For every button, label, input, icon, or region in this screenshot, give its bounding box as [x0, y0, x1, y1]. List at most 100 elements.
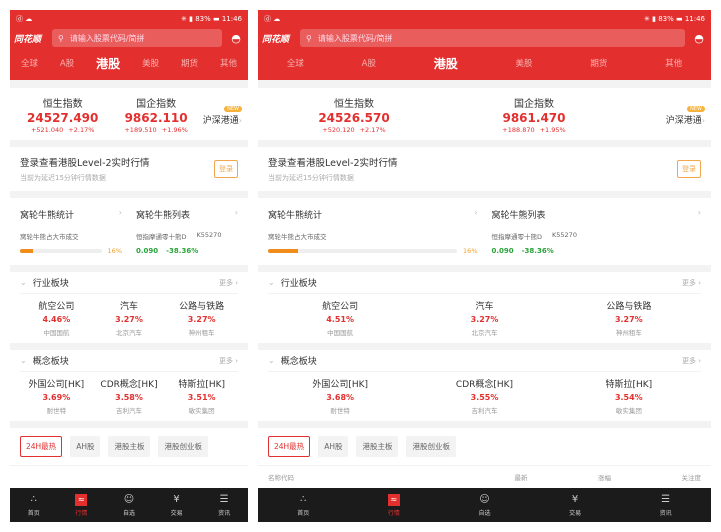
login-button[interactable]: 登录 — [214, 160, 238, 178]
tab-us-stocks[interactable]: 美股 — [142, 57, 159, 69]
warrant-stats[interactable]: 窝轮牛熊统计 › 窝轮牛熊占大市成交 16% — [20, 208, 122, 265]
ranking-section: 24H最热 AH股 港股主板 港股创业板 — [10, 428, 248, 488]
more-link[interactable]: 更多 › — [219, 278, 238, 288]
index-change: +188.870 — [502, 125, 535, 134]
chevron-right-icon: › — [697, 208, 701, 217]
index-value: 9862.110 — [124, 110, 188, 125]
concept-item[interactable]: 外国公司[HK] 3.68% 耐世特 — [268, 377, 412, 415]
collapse-chevron-icon[interactable]: ⌄ — [20, 356, 27, 365]
sector-item[interactable]: 航空公司 4.46% 中国国航 — [20, 299, 93, 337]
chip-main-board[interactable]: 港股主板 — [356, 436, 399, 457]
nav-home[interactable]: ∴ 首页 — [28, 494, 40, 517]
nav-home[interactable]: ∴ 首页 — [297, 494, 309, 517]
collapse-chevron-icon[interactable]: ⌄ — [20, 278, 27, 287]
search-placeholder: 请输入股票代码/简拼 — [317, 33, 393, 43]
login-button[interactable]: 登录 — [677, 160, 701, 178]
industry-section: ⌄ 行业板块 更多 › 航空公司 4.46% 中国国航 汽车 3.27% 北京汽车 公路与铁… — [10, 272, 248, 343]
tab-other[interactable]: 其他 — [665, 57, 682, 69]
chip-main-board[interactable]: 港股主板 — [108, 436, 151, 457]
sector-pct: 4.46% — [42, 315, 71, 324]
chevron-right-icon: › — [234, 208, 238, 217]
chip-24h-hot[interactable]: 24H最热 — [268, 436, 311, 457]
hs-connect-link[interactable]: NEW 沪深港通› — [203, 103, 242, 126]
concept-item[interactable]: 特斯拉[HK] 3.54% 敏实集团 — [557, 377, 701, 415]
col-change[interactable]: 涨幅 — [598, 472, 611, 482]
sector-item[interactable]: 航空公司 4.51% 中国国航 — [268, 299, 412, 337]
tab-futures[interactable]: 期货 — [181, 57, 198, 69]
warrant-list[interactable]: 窝轮牛熊列表 › 恒指摩通零十熊D K55270 0.090 -38.36% — [478, 208, 702, 265]
nav-watchlist[interactable]: ☺ 自选 — [478, 494, 490, 517]
tab-a-shares[interactable]: A股 — [362, 57, 376, 69]
warrant-share-pct: 16% — [463, 247, 478, 255]
nav-market[interactable]: ≈ 行情 — [75, 493, 87, 517]
nav-label: 自选 — [122, 509, 135, 517]
sector-item[interactable]: 公路与铁路 3.27% 神州租车 — [165, 299, 238, 337]
chevron-right-icon: › — [701, 115, 705, 125]
col-name-code[interactable]: 名称代码 — [268, 472, 294, 482]
concept-item[interactable]: 特斯拉[HK] 3.51% 敏实集团 — [165, 377, 238, 415]
concept-item[interactable]: CDR概念[HK] 3.55% 吉利汽车 — [412, 377, 556, 415]
collapse-chevron-icon[interactable]: ⌄ — [268, 278, 275, 287]
tab-hk-stocks[interactable]: 港股 — [434, 55, 458, 72]
sector-leader: 中国国航 — [43, 329, 70, 337]
nav-news[interactable]: ☰ 资讯 — [218, 494, 230, 517]
collapse-chevron-icon[interactable]: ⌄ — [268, 356, 275, 365]
more-link[interactable]: 更多 › — [219, 356, 238, 366]
tab-futures[interactable]: 期货 — [590, 57, 607, 69]
nav-trade[interactable]: ¥ 交易 — [569, 494, 581, 517]
tab-a-shares[interactable]: A股 — [60, 57, 74, 69]
status-right-info: ✳ ▮ 83% ▬ 11:46 — [181, 14, 242, 23]
concept-section: ⌄ 概念板块 更多 › 外国公司[HK] 3.68% 耐世特 CDR概念[HK] 3.55… — [258, 350, 711, 421]
new-badge: NEW — [687, 105, 705, 112]
sector-item[interactable]: 公路与铁路 3.27% 神州租车 — [557, 299, 701, 337]
nav-market[interactable]: ≈ 行情 — [387, 493, 400, 517]
index-hscei[interactable]: 国企指数 9862.110 +189.510 +1.96% — [109, 95, 202, 134]
status-right-info: ✳ ▮ 83% ▬ 11:46 — [644, 14, 705, 23]
sector-leader: 神州租车 — [615, 329, 642, 337]
chip-ah-shares[interactable]: AH股 — [70, 436, 101, 457]
warrant-stats[interactable]: 窝轮牛熊统计 › 窝轮牛熊占大市成交 16% — [268, 208, 478, 265]
sector-item[interactable]: 汽车 3.27% 北京汽车 — [412, 299, 556, 337]
concept-item[interactable]: CDR概念[HK] 3.58% 吉利汽车 — [93, 377, 166, 415]
column-headers: 名称代码 最新 涨幅 关注度 — [258, 466, 711, 488]
section-title: 概念板块 — [280, 357, 317, 367]
search-input[interactable]: ⚲ 请输入股票代码/简拼 — [52, 29, 222, 47]
chip-gem-board[interactable]: 港股创业板 — [406, 436, 456, 457]
concept-pct: 3.51% — [187, 393, 216, 402]
tab-global[interactable]: 全球 — [21, 57, 38, 69]
tab-us-stocks[interactable]: 美股 — [516, 57, 533, 69]
warrant-card: 窝轮牛熊统计 › 窝轮牛熊占大市成交 16% 窝轮牛熊列表 › 恒指摩通零十熊D K5… — [10, 198, 248, 265]
more-link[interactable]: 更多 › — [682, 278, 701, 288]
warrant-name: 恒指摩通零十熊D — [136, 233, 187, 241]
more-link[interactable]: 更多 › — [682, 356, 701, 366]
tab-global[interactable]: 全球 — [287, 57, 304, 69]
index-change: +521.040 — [30, 125, 64, 134]
nav-news[interactable]: ☰ 资讯 — [660, 494, 672, 517]
col-latest[interactable]: 最新 — [515, 472, 528, 482]
warrant-code: K55270 — [552, 231, 577, 239]
sector-name: 汽车 — [475, 302, 494, 312]
chip-24h-hot[interactable]: 24H最热 — [20, 436, 63, 457]
col-attention[interactable]: 关注度 — [682, 472, 702, 482]
tab-hk-stocks[interactable]: 港股 — [96, 55, 120, 72]
hs-connect-link[interactable]: NEW 沪深港通› — [666, 103, 705, 126]
hs-connect-label: 沪深港通 — [202, 115, 239, 126]
warrant-name: 恒指摩通零十熊D — [491, 233, 543, 241]
index-hscei[interactable]: 国企指数 9861.470 +188.870 +1.95% — [444, 95, 624, 134]
sector-item[interactable]: 汽车 3.27% 北京汽车 — [93, 299, 166, 337]
index-hsi[interactable]: 恒生指数 24526.570 +520.120 +2.17% — [264, 95, 444, 134]
phone-screen-right: ⓓ ☁ ✳ ▮ 83% ▬ 11:46 同花顺 ⚲ 请输入股票代码/简拼 ◓ 全… — [258, 10, 711, 522]
nav-watchlist[interactable]: ☺ 自选 — [123, 494, 135, 517]
search-input[interactable]: ⚲ 请输入股票代码/简拼 — [300, 29, 685, 47]
concept-item[interactable]: 外国公司[HK] 3.69% 耐世特 — [20, 377, 93, 415]
nav-trade[interactable]: ¥ 交易 — [171, 494, 183, 517]
chip-gem-board[interactable]: 港股创业板 — [158, 436, 208, 457]
chip-ah-shares[interactable]: AH股 — [318, 436, 349, 457]
robot-assistant-icon[interactable]: ◓ — [691, 32, 707, 45]
status-left-icons: ⓓ ☁ — [16, 14, 33, 23]
robot-assistant-icon[interactable]: ◓ — [228, 32, 244, 45]
index-change: +520.120 — [322, 125, 355, 134]
tab-other[interactable]: 其他 — [220, 57, 237, 69]
warrant-list[interactable]: 窝轮牛熊列表 › 恒指摩通零十熊D K55270 0.090 -38.36% — [122, 208, 238, 265]
index-hsi[interactable]: 恒生指数 24527.490 +521.040 +2.17% — [16, 95, 109, 134]
